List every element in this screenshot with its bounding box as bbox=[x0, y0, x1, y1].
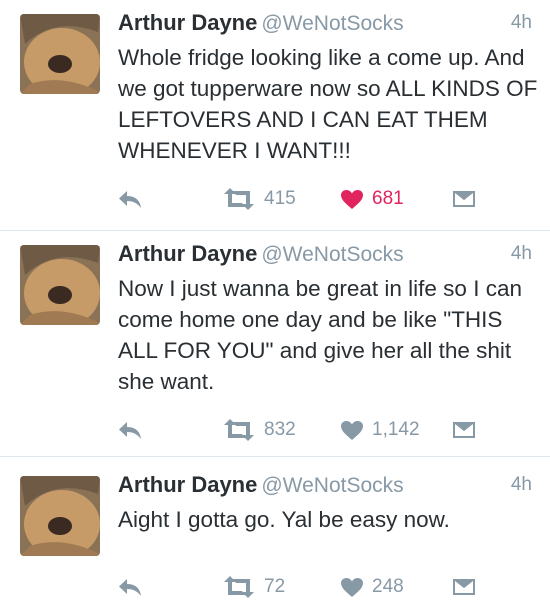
retweet-count: 72 bbox=[264, 576, 286, 597]
avatar-image bbox=[20, 14, 100, 94]
tweet-actions: 72 248 bbox=[0, 572, 550, 602]
retweet-count: 415 bbox=[264, 188, 296, 209]
dm-envelope-icon bbox=[453, 579, 475, 595]
tweet-header: Arthur Dayne @WeNotSocks 4h bbox=[118, 10, 532, 42]
tweet-text: Whole fridge looking like a come up. And… bbox=[118, 45, 538, 163]
like-count: 681 bbox=[372, 188, 404, 209]
retweet-icon bbox=[224, 188, 254, 210]
retweet-button[interactable]: 832 bbox=[222, 415, 296, 445]
retweet-button[interactable]: 72 bbox=[222, 572, 285, 602]
author-name[interactable]: Arthur Dayne bbox=[118, 241, 257, 266]
dm-button[interactable] bbox=[452, 415, 476, 445]
like-count: 1,142 bbox=[372, 419, 420, 440]
tweet[interactable]: Arthur Dayne @WeNotSocks 4h Aight I gotta… bbox=[0, 462, 550, 603]
tweet-text: Now I just wanna be great in life so I c… bbox=[118, 276, 522, 394]
tweet[interactable]: Arthur Dayne @WeNotSocks 4h Whole fridge … bbox=[0, 0, 550, 230]
tweet-header: Arthur Dayne @WeNotSocks 4h bbox=[118, 241, 532, 273]
reply-button[interactable] bbox=[118, 572, 142, 602]
retweet-count: 832 bbox=[264, 419, 296, 440]
timestamp[interactable]: 4h bbox=[511, 474, 532, 496]
retweet-icon bbox=[224, 576, 254, 598]
reply-icon bbox=[119, 422, 141, 439]
timestamp[interactable]: 4h bbox=[511, 12, 532, 34]
avatar[interactable] bbox=[20, 245, 100, 325]
dm-envelope-icon bbox=[453, 422, 475, 438]
tweet[interactable]: Arthur Dayne @WeNotSocks 4h Now I just wa… bbox=[0, 231, 550, 456]
dm-button[interactable] bbox=[452, 572, 476, 602]
tweet-actions: 832 1,142 bbox=[0, 415, 550, 445]
avatar[interactable] bbox=[20, 14, 100, 94]
heart-icon bbox=[341, 577, 363, 597]
heart-icon bbox=[341, 189, 363, 209]
like-button[interactable]: 248 bbox=[340, 572, 404, 602]
author-handle[interactable]: @WeNotSocks bbox=[261, 243, 403, 266]
author-name[interactable]: Arthur Dayne bbox=[118, 10, 257, 35]
dm-envelope-icon bbox=[453, 191, 475, 207]
tweet-header: Arthur Dayne @WeNotSocks 4h bbox=[118, 472, 532, 504]
divider bbox=[0, 456, 550, 457]
avatar[interactable] bbox=[20, 476, 100, 556]
reply-button[interactable] bbox=[118, 415, 142, 445]
tweet-text: Aight I gotta go. Yal be easy now. bbox=[118, 507, 450, 532]
avatar-image bbox=[20, 476, 100, 556]
timestamp[interactable]: 4h bbox=[511, 243, 532, 265]
author-name[interactable]: Arthur Dayne bbox=[118, 472, 257, 497]
avatar-image bbox=[20, 245, 100, 325]
retweet-button[interactable]: 415 bbox=[222, 184, 296, 214]
author-handle[interactable]: @WeNotSocks bbox=[261, 474, 403, 497]
like-button[interactable]: 681 bbox=[340, 184, 404, 214]
dm-button[interactable] bbox=[452, 184, 476, 214]
tweet-actions: 415 681 bbox=[0, 184, 550, 214]
like-count: 248 bbox=[372, 576, 404, 597]
reply-icon bbox=[119, 579, 141, 596]
reply-button[interactable] bbox=[118, 184, 142, 214]
retweet-icon bbox=[224, 419, 254, 441]
reply-icon bbox=[119, 191, 141, 208]
heart-icon bbox=[341, 420, 363, 440]
author-handle[interactable]: @WeNotSocks bbox=[261, 12, 403, 35]
like-button[interactable]: 1,142 bbox=[340, 415, 420, 445]
